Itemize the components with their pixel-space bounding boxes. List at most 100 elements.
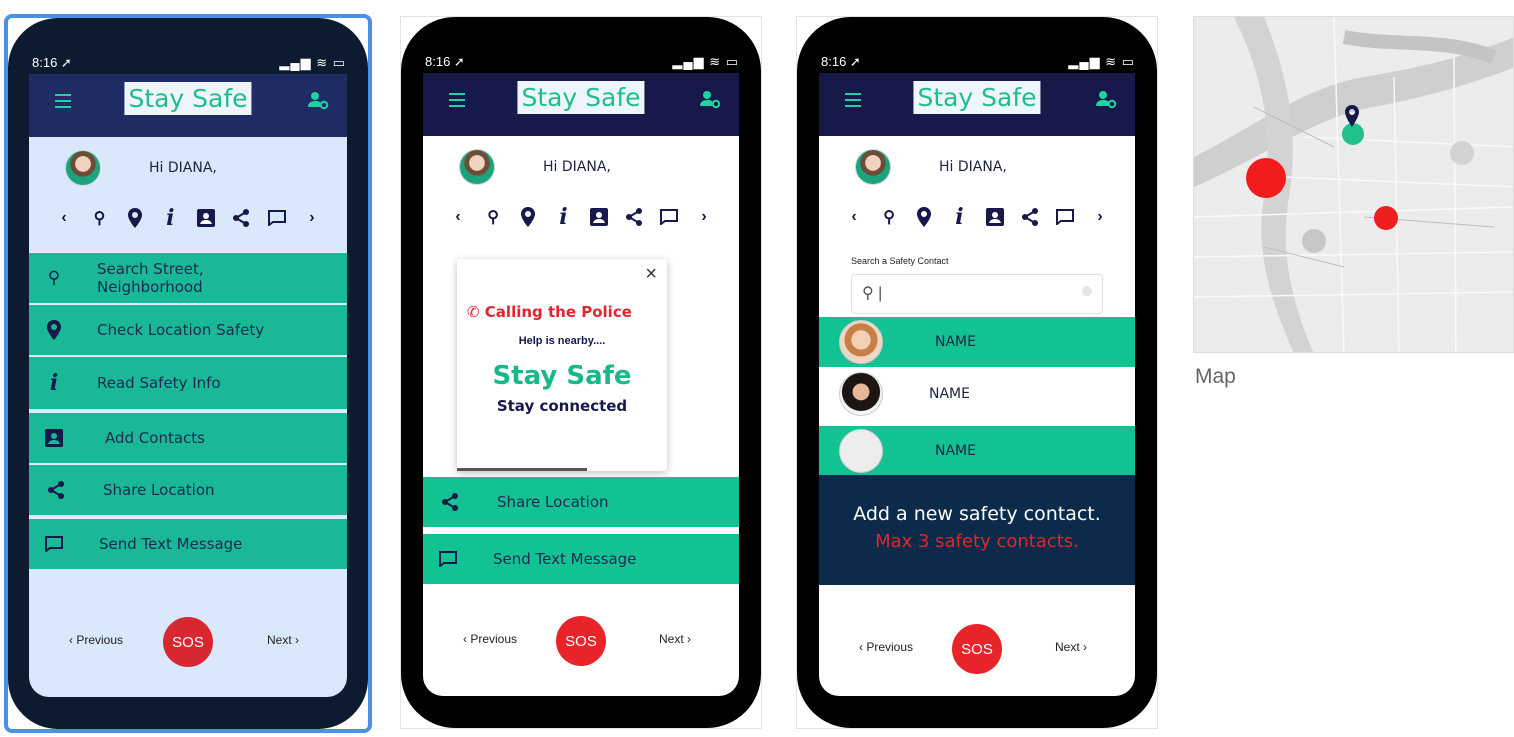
- stay-safe-text: Stay Safe: [492, 361, 632, 391]
- close-icon[interactable]: ×: [645, 263, 657, 286]
- hamburger-menu-icon[interactable]: [845, 93, 861, 107]
- avatar[interactable]: [855, 149, 891, 185]
- contact-card-icon[interactable]: [588, 208, 610, 226]
- next-button[interactable]: Next ›: [1055, 640, 1087, 654]
- status-bar: 8:16 ➚ ▂▄▆ ≋ ▭: [32, 55, 346, 75]
- chevron-left-icon[interactable]: ‹: [53, 209, 75, 227]
- row-search-street[interactable]: ⚲ Search Street, Neighborhood: [29, 251, 347, 303]
- map-hotspot-grey-small[interactable]: [1450, 141, 1474, 165]
- previous-button[interactable]: ‹ Previous: [859, 640, 913, 654]
- phone-card-contacts[interactable]: 8:16 ➚ ▂▄▆ ≋ ▭ Stay Safe Hi DIANA, ‹ ⚲ i…: [796, 16, 1158, 729]
- hamburger-menu-icon[interactable]: [55, 94, 71, 108]
- contact-row[interactable]: NAME: [819, 426, 1135, 476]
- location-pin-icon[interactable]: [913, 207, 935, 227]
- feature-icon-bar: ‹ ⚲ i ›: [53, 205, 323, 231]
- row-label: Share Location: [103, 481, 215, 499]
- info-icon[interactable]: i: [948, 204, 970, 230]
- map-image: [1194, 17, 1513, 352]
- message-icon[interactable]: [266, 210, 288, 226]
- phone-card-calling[interactable]: 8:16 ➚ ▂▄▆ ≋ ▭ Stay Safe Hi DIANA, ‹ ⚲ i…: [400, 16, 762, 729]
- row-share-location[interactable]: Share Location: [29, 463, 347, 515]
- app-title: Stay Safe: [517, 81, 645, 114]
- next-button[interactable]: Next ›: [267, 633, 299, 647]
- share-icon[interactable]: [623, 208, 645, 226]
- share-icon[interactable]: [1019, 208, 1041, 226]
- contact-card-icon[interactable]: [195, 209, 217, 227]
- search-contact-label: Search a Safety Contact: [851, 256, 949, 266]
- status-time: 8:16 ➚: [821, 54, 861, 69]
- map-hotspot-red[interactable]: [1374, 206, 1398, 230]
- calling-police-dialog: × ✆ Calling the Police Help is nearby...…: [457, 259, 667, 471]
- row-share-location[interactable]: Share Location: [423, 477, 739, 527]
- message-icon: [45, 536, 63, 552]
- user-settings-icon[interactable]: [1095, 89, 1117, 109]
- map-thumbnail[interactable]: [1193, 16, 1514, 353]
- hamburger-menu-icon[interactable]: [449, 93, 465, 107]
- map-hotspot-grey[interactable]: [1302, 229, 1326, 253]
- clear-icon[interactable]: [1082, 286, 1092, 296]
- previous-button[interactable]: ‹ Previous: [463, 632, 517, 646]
- sos-button[interactable]: SOS: [163, 617, 213, 667]
- search-icon[interactable]: ⚲: [878, 207, 900, 227]
- chevron-right-icon[interactable]: ›: [301, 209, 323, 227]
- phone-screen: Stay Safe Hi DIANA, ‹ ⚲ i: [423, 73, 739, 696]
- map-pin-icon[interactable]: [1345, 105, 1359, 127]
- bottom-nav: ‹ Previous SOS Next ›: [819, 624, 1135, 674]
- avatar: [839, 372, 883, 416]
- search-icon: ⚲ |: [862, 285, 883, 302]
- app-bar: Stay Safe: [423, 73, 739, 136]
- contact-card-icon[interactable]: [984, 208, 1006, 226]
- row-send-text[interactable]: Send Text Message: [423, 534, 739, 584]
- next-button[interactable]: Next ›: [659, 632, 691, 646]
- chevron-left-icon[interactable]: ‹: [843, 208, 865, 226]
- row-check-location[interactable]: Check Location Safety: [29, 303, 347, 355]
- calling-police-text: ✆ Calling the Police: [467, 303, 632, 321]
- row-send-text[interactable]: Send Text Message: [29, 517, 347, 569]
- phone-notch: [496, 27, 666, 53]
- status-signal-icons: ▂▄▆ ≋ ▭: [672, 54, 739, 69]
- contact-row[interactable]: NAME: [819, 369, 1135, 419]
- message-icon[interactable]: [658, 209, 680, 225]
- app-title: Stay Safe: [913, 81, 1041, 114]
- message-icon: [439, 551, 457, 567]
- contact-name: NAME: [935, 443, 976, 459]
- location-pin-icon[interactable]: [517, 207, 539, 227]
- chevron-right-icon[interactable]: ›: [1089, 208, 1111, 226]
- avatar[interactable]: [459, 149, 495, 185]
- search-contact-input[interactable]: ⚲ |: [851, 274, 1103, 314]
- message-icon[interactable]: [1054, 209, 1076, 225]
- greeting-row: Hi DIANA,: [423, 149, 739, 189]
- info-icon[interactable]: i: [552, 204, 574, 230]
- help-nearby-text: Help is nearby....: [518, 335, 606, 347]
- row-label: Send Text Message: [493, 550, 637, 568]
- row-read-info[interactable]: i Read Safety Info: [29, 355, 347, 409]
- phone-card-home[interactable]: 8:16 ➚ ▂▄▆ ≋ ▭ Stay Safe Hi DIANA, ‹ ⚲ i…: [4, 14, 372, 733]
- avatar[interactable]: [65, 150, 101, 186]
- app-title: Stay Safe: [124, 82, 252, 115]
- app-bar: Stay Safe: [29, 74, 347, 137]
- chevron-left-icon[interactable]: ‹: [447, 208, 469, 226]
- user-settings-icon[interactable]: [699, 89, 721, 109]
- phone-frame: 8:16 ➚ ▂▄▆ ≋ ▭ Stay Safe Hi DIANA, ‹ ⚲ i…: [8, 18, 368, 729]
- bottom-nav: ‹ Previous SOS Next ›: [29, 617, 347, 667]
- search-icon[interactable]: ⚲: [482, 207, 504, 227]
- add-contact-banner[interactable]: Add a new safety contact. Max 3 safety c…: [819, 475, 1135, 585]
- map-hotspot-large-red[interactable]: [1246, 158, 1286, 198]
- greeting-row: Hi DIANA,: [29, 150, 347, 190]
- previous-button[interactable]: ‹ Previous: [69, 633, 123, 647]
- sos-button[interactable]: SOS: [556, 616, 606, 666]
- info-icon[interactable]: i: [159, 205, 181, 231]
- location-pin-icon[interactable]: [124, 208, 146, 228]
- row-add-contacts[interactable]: Add Contacts: [29, 411, 347, 463]
- chevron-right-icon[interactable]: ›: [693, 208, 715, 226]
- max-contacts-text: Max 3 safety contacts.: [875, 531, 1079, 552]
- status-signal-icons: ▂▄▆ ≋ ▭: [1068, 54, 1135, 69]
- user-settings-icon[interactable]: [307, 90, 329, 110]
- share-icon[interactable]: [230, 209, 252, 227]
- search-icon[interactable]: ⚲: [88, 208, 110, 228]
- status-time: 8:16 ➚: [425, 54, 465, 69]
- greeting-text: Hi DIANA,: [543, 159, 611, 175]
- sos-button[interactable]: SOS: [952, 624, 1002, 674]
- contact-row[interactable]: NAME: [819, 317, 1135, 367]
- greeting-text: Hi DIANA,: [149, 160, 217, 176]
